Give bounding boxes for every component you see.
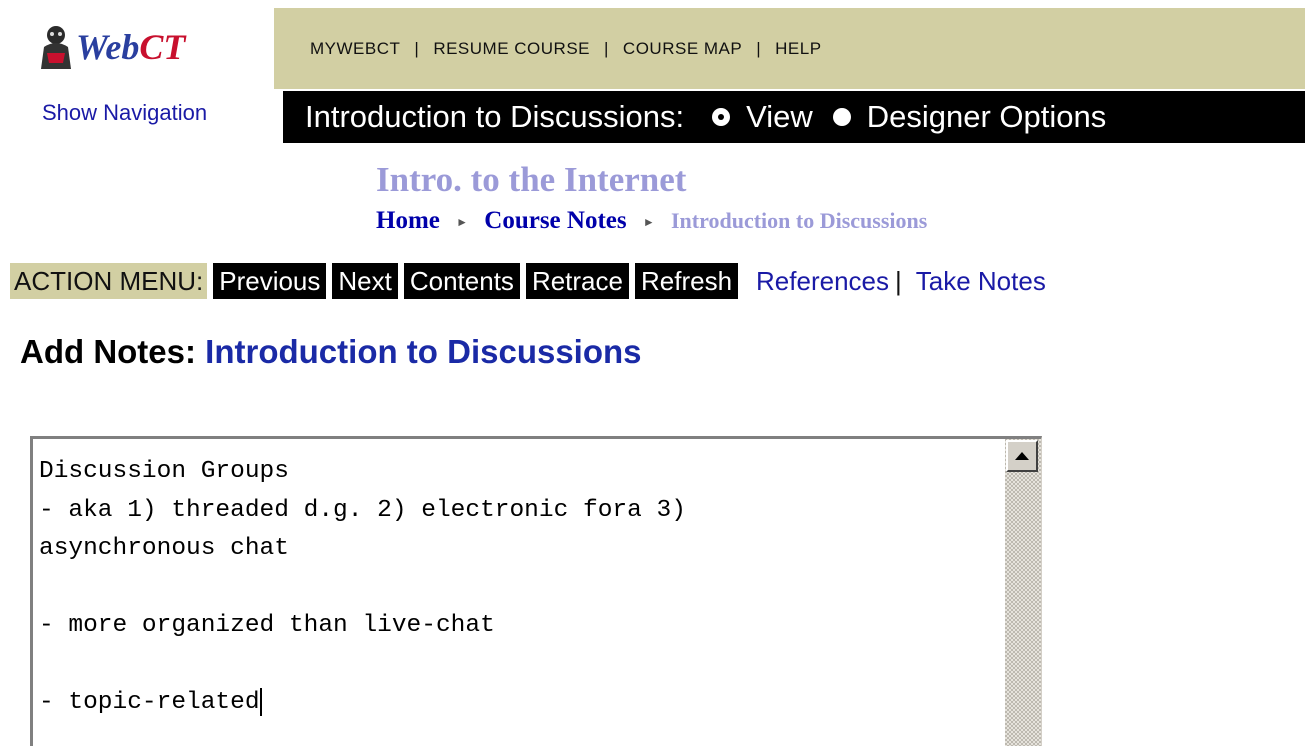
nav-mywebct[interactable]: MYWEBCT	[310, 39, 400, 59]
action-menu-label: ACTION MENU:	[10, 263, 208, 299]
breadcrumb-current: Introduction to Discussions	[671, 208, 928, 233]
nav-separator: |	[414, 38, 420, 58]
show-navigation-link[interactable]: Show Navigation	[42, 100, 207, 126]
next-button[interactable]: Next	[332, 263, 398, 299]
scroll-up-arrow-icon[interactable]	[1006, 440, 1038, 472]
action-menu-separator: |	[895, 265, 902, 296]
nav-help[interactable]: HELP	[775, 39, 821, 59]
breadcrumb-course-notes[interactable]: Course Notes	[484, 207, 626, 234]
add-notes-heading-prefix: Add Notes:	[20, 333, 196, 370]
nav-separator: |	[604, 38, 609, 58]
page-title: Introduction to Discussions:	[305, 99, 685, 134]
top-navigation-bar: MYWEBCT | RESUME COURSE | COURSE MAP | H…	[274, 8, 1305, 89]
webct-logo[interactable]: WebCT	[38, 22, 185, 72]
designer-options-radio[interactable]	[832, 108, 851, 126]
course-title: Intro. to the Internet	[376, 160, 687, 199]
contents-button[interactable]: Contents	[403, 263, 520, 299]
action-menu: ACTION MENU: Previous Next Contents Retr…	[10, 263, 1046, 299]
take-notes-link[interactable]: Take Notes	[916, 266, 1046, 297]
nav-separator: |	[756, 38, 762, 58]
notes-textarea[interactable]: Discussion Groups - aka 1) threaded d.g.…	[30, 436, 1042, 746]
breadcrumb-arrow-icon: ►	[456, 214, 469, 229]
add-notes-heading-topic: Introduction to Discussions	[205, 333, 642, 370]
designer-options-radio-label[interactable]: Designer Options	[867, 99, 1107, 135]
add-notes-heading: Add Notes: Introduction to Discussions	[20, 333, 642, 371]
breadcrumb: Home ► Course Notes ► Introduction to Di…	[376, 207, 927, 235]
vertical-scrollbar[interactable]	[1005, 439, 1041, 746]
refresh-button[interactable]: Refresh	[634, 263, 739, 299]
nav-resume-course[interactable]: RESUME COURSE	[433, 39, 590, 59]
previous-button[interactable]: Previous	[213, 263, 327, 299]
notes-text[interactable]: Discussion Groups - aka 1) threaded d.g.…	[33, 439, 989, 723]
references-link[interactable]: References	[756, 266, 889, 297]
retrace-button[interactable]: Retrace	[525, 263, 629, 299]
webct-wordmark: WebCT	[76, 27, 186, 67]
breadcrumb-arrow-icon: ►	[642, 214, 655, 229]
webct-mascot-icon	[41, 26, 71, 69]
view-radio[interactable]	[712, 108, 731, 126]
nav-course-map[interactable]: COURSE MAP	[623, 39, 742, 59]
breadcrumb-home[interactable]: Home	[376, 207, 440, 234]
page-title-bar: Introduction to Discussions: View Design…	[283, 91, 1305, 143]
view-radio-label[interactable]: View	[746, 99, 813, 135]
text-caret	[259, 687, 262, 716]
